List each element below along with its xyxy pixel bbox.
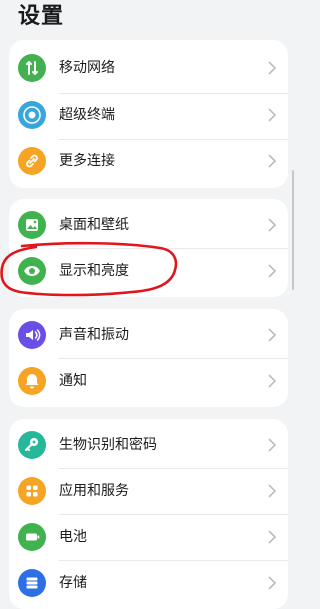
settings-item-label: 应用和服务 — [59, 483, 129, 499]
system-card: 生物识别和密码 应用和服务 电池 存储 — [9, 419, 288, 609]
highlight-annotation — [0, 241, 178, 297]
settings-item-notifications[interactable]: 通知 — [9, 358, 288, 404]
bell-icon — [18, 367, 46, 395]
settings-item-more-connections[interactable]: 更多连接 — [9, 138, 288, 184]
chevron-right-icon — [268, 264, 277, 278]
settings-item-label: 移动网络 — [59, 60, 115, 76]
chevron-right-icon — [268, 530, 277, 544]
chevron-right-icon — [268, 576, 277, 590]
settings-item-label: 存储 — [59, 575, 87, 591]
settings-item-apps-services[interactable]: 应用和服务 — [9, 468, 288, 514]
chevron-right-icon — [268, 218, 277, 232]
speaker-icon — [18, 321, 46, 349]
chevron-right-icon — [268, 328, 277, 342]
chevron-right-icon — [268, 108, 277, 122]
settings-item-label: 桌面和壁纸 — [59, 217, 129, 233]
chevron-right-icon — [268, 154, 277, 168]
super-device-icon — [18, 101, 46, 129]
battery-icon — [18, 523, 46, 551]
settings-item-label: 超级终端 — [59, 107, 115, 123]
settings-item-label: 通知 — [59, 373, 87, 389]
settings-item-biometrics-password[interactable]: 生物识别和密码 — [9, 422, 288, 468]
network-card: 移动网络 超级终端 更多连接 — [9, 40, 288, 188]
storage-icon — [18, 569, 46, 597]
settings-item-storage[interactable]: 存储 — [9, 560, 288, 606]
key-icon — [18, 431, 46, 459]
wallpaper-icon — [18, 211, 46, 239]
settings-item-label: 生物识别和密码 — [59, 437, 157, 453]
scrollbar[interactable] — [292, 170, 294, 290]
settings-item-sound-vibration[interactable]: 声音和振动 — [9, 312, 288, 358]
settings-item-label: 更多连接 — [59, 153, 115, 169]
settings-item-super-device[interactable]: 超级终端 — [9, 92, 288, 138]
settings-item-mobile-network[interactable]: 移动网络 — [9, 45, 288, 91]
chevron-right-icon — [268, 484, 277, 498]
chevron-right-icon — [268, 374, 277, 388]
settings-item-battery[interactable]: 电池 — [9, 514, 288, 560]
mobile-network-icon — [18, 54, 46, 82]
apps-grid-icon — [18, 477, 46, 505]
settings-item-label: 声音和振动 — [59, 327, 129, 343]
page-title: 设置 — [18, 4, 65, 29]
chevron-right-icon — [268, 438, 277, 452]
sound-card: 声音和振动 通知 — [9, 309, 288, 407]
settings-item-label: 电池 — [59, 529, 87, 545]
link-icon — [18, 147, 46, 175]
chevron-right-icon — [268, 61, 277, 75]
